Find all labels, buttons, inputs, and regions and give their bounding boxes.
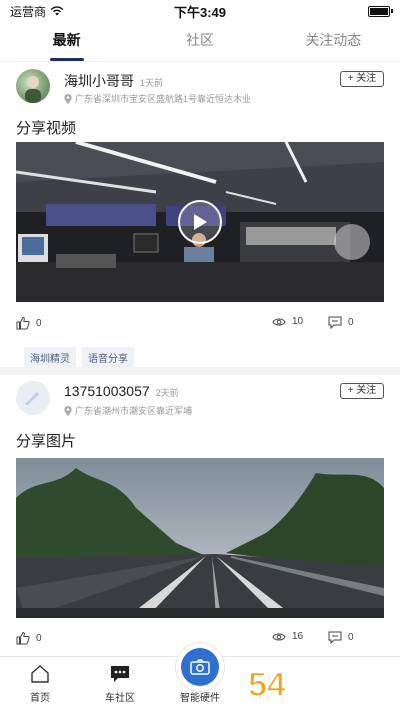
post-actions: 0 10 0 [16, 316, 384, 336]
eye-icon [272, 318, 286, 325]
comment-count: 0 [348, 632, 354, 643]
avatar[interactable] [16, 69, 50, 103]
chat-icon [111, 666, 129, 682]
watermark-logo: 54 手游网 [247, 665, 366, 705]
view-count-text: 16 [292, 631, 304, 642]
post-header: 海圳小哥哥 1天前 广东省深圳市宝安区盛航路1号靠近恒达木业 + 关注 [0, 63, 400, 109]
feed-tabs: 最新 社区 关注动态 [0, 22, 400, 62]
comment-icon [328, 316, 342, 329]
wifi-icon [50, 6, 64, 16]
post-time: 2天前 [155, 388, 179, 398]
location-pin-icon [64, 405, 72, 416]
post-location: 广东省深圳市宝安区盛航路1号靠近恒达木业 [64, 92, 251, 105]
tab-following[interactable]: 关注动态 [267, 22, 400, 61]
location-text: 广东省潮州市潮安区靠近军埔 [75, 406, 193, 416]
battery-icon [368, 5, 393, 17]
post-location: 广东省潮州市潮安区靠近军埔 [64, 404, 192, 417]
nav-home-label: 首页 [30, 693, 50, 704]
tag-chip[interactable]: 语音分享 [82, 347, 134, 368]
home-icon [31, 665, 49, 683]
tag-chip[interactable]: 海圳精灵 [24, 347, 76, 368]
nav-home[interactable]: 首页 [0, 657, 80, 710]
status-left: 运营商 [10, 3, 64, 20]
post-title: 分享图片 [16, 433, 77, 450]
post-image[interactable] [16, 458, 384, 618]
tab-community[interactable]: 社区 [133, 22, 266, 61]
video-thumbnail[interactable] [16, 142, 384, 302]
post-tags: 海圳精灵 语音分享 [24, 347, 134, 368]
username-text: 海圳小哥哥 [64, 73, 134, 89]
nav-community-label: 车社区 [105, 693, 135, 704]
view-count-text: 10 [292, 316, 304, 327]
post-divider [0, 367, 400, 375]
status-bar: 运营商 下午3:49 [0, 0, 400, 22]
view-count: 16 [272, 631, 303, 642]
post-time: 1天前 [140, 78, 164, 88]
follow-button[interactable]: + 关注 [340, 71, 384, 87]
follow-button[interactable]: + 关注 [340, 383, 384, 399]
svg-text:手游网: 手游网 [294, 672, 366, 700]
nav-smart-hardware-label: 智能硬件 [180, 693, 220, 704]
avatar[interactable] [16, 381, 50, 415]
thumbs-up-icon [16, 631, 30, 645]
comment-icon [328, 631, 342, 644]
location-text: 广东省深圳市宝安区盛航路1号靠近恒达木业 [75, 94, 252, 104]
nav-smart-hardware[interactable]: 智能硬件 [160, 643, 240, 710]
camera-icon [190, 659, 210, 675]
post-card: 13751003057 2天前 广东省潮州市潮安区靠近军埔 + 关注 分享图片 [0, 375, 400, 645]
comment-button[interactable]: 0 [328, 316, 354, 329]
like-count: 0 [36, 317, 42, 329]
location-pin-icon [64, 93, 72, 104]
post-title: 分享视频 [16, 120, 77, 137]
like-count: 0 [36, 632, 42, 644]
tab-latest[interactable]: 最新 [0, 22, 133, 61]
like-button[interactable]: 0 [16, 316, 42, 330]
eye-icon [272, 633, 286, 640]
default-avatar-icon [26, 392, 39, 405]
svg-text:54: 54 [248, 666, 286, 704]
comment-button[interactable]: 0 [328, 631, 354, 644]
post-header: 13751003057 2天前 广东省潮州市潮安区靠近军埔 + 关注 [0, 375, 400, 421]
carrier-label: 运营商 [10, 4, 47, 19]
view-count: 10 [272, 316, 303, 327]
play-icon [194, 214, 207, 230]
nav-center-button[interactable] [176, 643, 224, 691]
post-card: 海圳小哥哥 1天前 广东省深圳市宝安区盛航路1号靠近恒达木业 + 关注 分享视频 [0, 63, 400, 368]
username[interactable]: 13751003057 2天前 [64, 383, 179, 399]
like-button[interactable]: 0 [16, 631, 42, 645]
username[interactable]: 海圳小哥哥 1天前 [64, 71, 163, 91]
nav-community[interactable]: 车社区 [80, 657, 160, 710]
thumbs-up-icon [16, 316, 30, 330]
play-button[interactable] [178, 200, 222, 244]
comment-count: 0 [348, 317, 354, 328]
username-text: 13751003057 [64, 383, 150, 399]
